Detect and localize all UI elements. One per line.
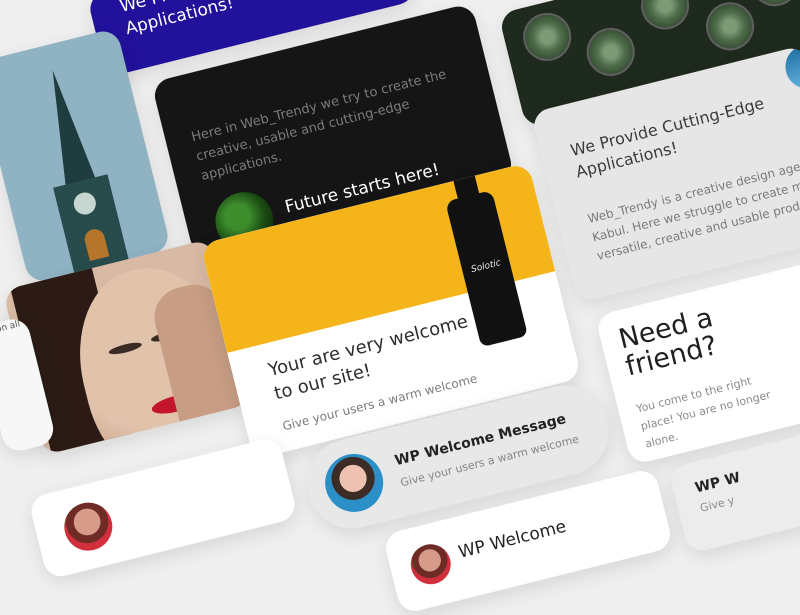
tower-spire: [37, 66, 98, 191]
card-description: Give y: [698, 493, 736, 515]
cactus-icon: [745, 0, 800, 12]
avatar: [406, 539, 455, 589]
avatar: [780, 44, 800, 94]
card-title: WP W: [693, 469, 742, 497]
card-description: Here in Web_Trendy we try to create the …: [189, 67, 448, 185]
cactus-icon: [635, 0, 695, 35]
card-title: Need a friend?: [615, 302, 721, 383]
cactus-icon: [700, 0, 760, 56]
showcase-stage: We Provide Cutting-Edge Applications! He…: [0, 0, 800, 615]
cactus-icon: [518, 7, 577, 66]
avatar: [319, 447, 390, 519]
cactus-icon: [581, 22, 640, 82]
card-title: WP Welcome: [456, 516, 569, 563]
welcome-card-bottom-left: [27, 436, 299, 580]
